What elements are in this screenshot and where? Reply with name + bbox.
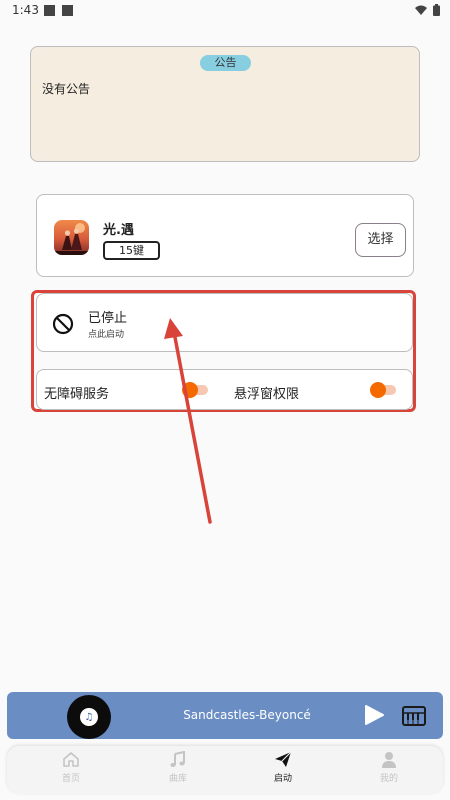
nav-profile[interactable]: 我的 bbox=[359, 751, 419, 791]
nav-launch[interactable]: 启动 bbox=[253, 751, 313, 791]
home-icon bbox=[63, 752, 79, 767]
piano-keyboard-icon[interactable] bbox=[402, 706, 426, 726]
bottom-nav: 首页 曲库 启动 我的 bbox=[7, 746, 443, 794]
music-note-icon bbox=[170, 751, 185, 767]
paper-plane-icon bbox=[275, 751, 292, 767]
album-disc[interactable]: ♫ bbox=[67, 695, 111, 739]
person-icon bbox=[382, 752, 396, 768]
music-note-icon: ♫ bbox=[80, 708, 98, 726]
nav-home[interactable]: 首页 bbox=[41, 751, 101, 791]
annotation-arrow bbox=[164, 318, 212, 524]
music-player-bar[interactable]: ♫ Sandcastles-Beyoncé bbox=[7, 692, 443, 739]
play-icon[interactable] bbox=[363, 704, 385, 726]
nav-library-label: 曲库 bbox=[168, 774, 187, 784]
nav-launch-label: 启动 bbox=[273, 774, 292, 784]
now-playing-title: Sandcastles-Beyoncé bbox=[183, 708, 311, 722]
nav-home-label: 首页 bbox=[61, 774, 80, 784]
nav-profile-label: 我的 bbox=[379, 774, 398, 784]
nav-library[interactable]: 曲库 bbox=[148, 751, 208, 791]
